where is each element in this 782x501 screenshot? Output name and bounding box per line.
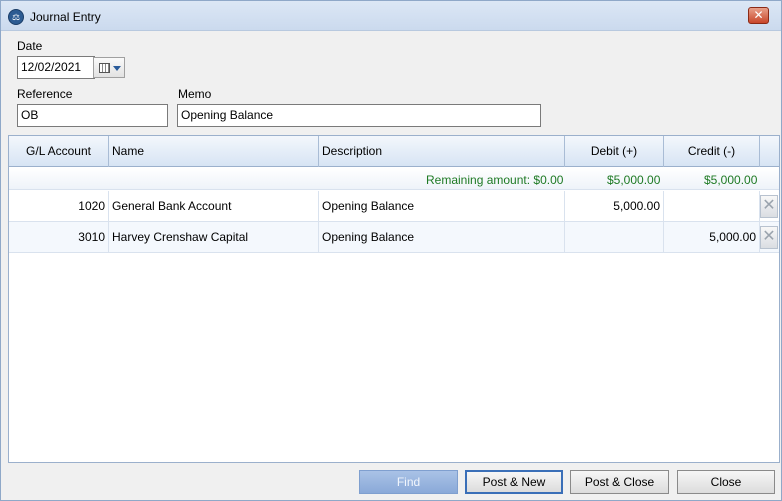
date-picker-button[interactable] bbox=[93, 57, 125, 78]
column-header-account[interactable]: G/L Account bbox=[9, 136, 109, 167]
post-close-button[interactable]: Post & Close bbox=[570, 470, 669, 494]
column-header-name[interactable]: Name bbox=[109, 136, 319, 167]
account-cell[interactable]: 3010 bbox=[9, 222, 109, 252]
credit-total: $5,000.00 bbox=[704, 173, 758, 187]
close-icon: ✕ bbox=[762, 197, 776, 214]
credit-cell[interactable] bbox=[664, 191, 760, 221]
description-cell[interactable]: Opening Balance bbox=[319, 222, 565, 252]
memo-label: Memo bbox=[178, 87, 212, 101]
reference-field[interactable]: OB bbox=[17, 104, 168, 127]
remaining-amount: Remaining amount: $0.00 bbox=[426, 173, 564, 187]
post-new-button[interactable]: Post & New bbox=[465, 470, 563, 494]
name-cell[interactable]: Harvey Crenshaw Capital bbox=[109, 222, 319, 252]
scales-icon: ⚖ bbox=[8, 9, 24, 25]
column-header-credit[interactable]: Credit (-) bbox=[664, 136, 760, 167]
credit-cell[interactable]: 5,000.00 bbox=[664, 222, 760, 252]
debit-cell[interactable]: 5,000.00 bbox=[565, 191, 664, 221]
debit-cell[interactable] bbox=[565, 222, 664, 252]
reference-label: Reference bbox=[17, 87, 73, 101]
journal-entry-window: ⚖ Journal Entry ✕ Date 12/02/2021 Refere… bbox=[0, 0, 782, 501]
calendar-icon bbox=[99, 63, 110, 73]
close-button[interactable]: Close bbox=[677, 470, 775, 494]
table-row[interactable]: 3010 Harvey Crenshaw Capital Opening Bal… bbox=[9, 222, 779, 253]
chevron-down-icon bbox=[113, 66, 121, 71]
name-cell[interactable]: General Bank Account bbox=[109, 191, 319, 221]
close-icon: ✕ bbox=[762, 228, 776, 245]
journal-grid: G/L Account Name Description Debit (+) C… bbox=[8, 135, 780, 463]
window-title: Journal Entry bbox=[30, 10, 101, 24]
delete-row-button[interactable]: ✕ bbox=[760, 226, 778, 249]
window-close-button[interactable]: ✕ bbox=[748, 7, 769, 24]
column-header-description[interactable]: Description bbox=[319, 136, 565, 167]
grid-header: G/L Account Name Description Debit (+) C… bbox=[9, 136, 779, 167]
column-header-debit[interactable]: Debit (+) bbox=[565, 136, 664, 167]
title-bar: ⚖ Journal Entry ✕ bbox=[1, 1, 781, 31]
description-cell[interactable]: Opening Balance bbox=[319, 191, 565, 221]
date-field[interactable]: 12/02/2021 bbox=[17, 56, 95, 79]
delete-row-button[interactable]: ✕ bbox=[760, 195, 778, 218]
remaining-row: Remaining amount: $0.00 $5,000.00 $5,000… bbox=[9, 168, 779, 190]
table-row[interactable]: 1020 General Bank Account Opening Balanc… bbox=[9, 191, 779, 222]
date-label: Date bbox=[17, 39, 43, 53]
find-button[interactable]: Find bbox=[359, 470, 458, 494]
account-cell[interactable]: 1020 bbox=[9, 191, 109, 221]
debit-total: $5,000.00 bbox=[607, 173, 661, 187]
memo-field[interactable]: Opening Balance bbox=[177, 104, 541, 127]
